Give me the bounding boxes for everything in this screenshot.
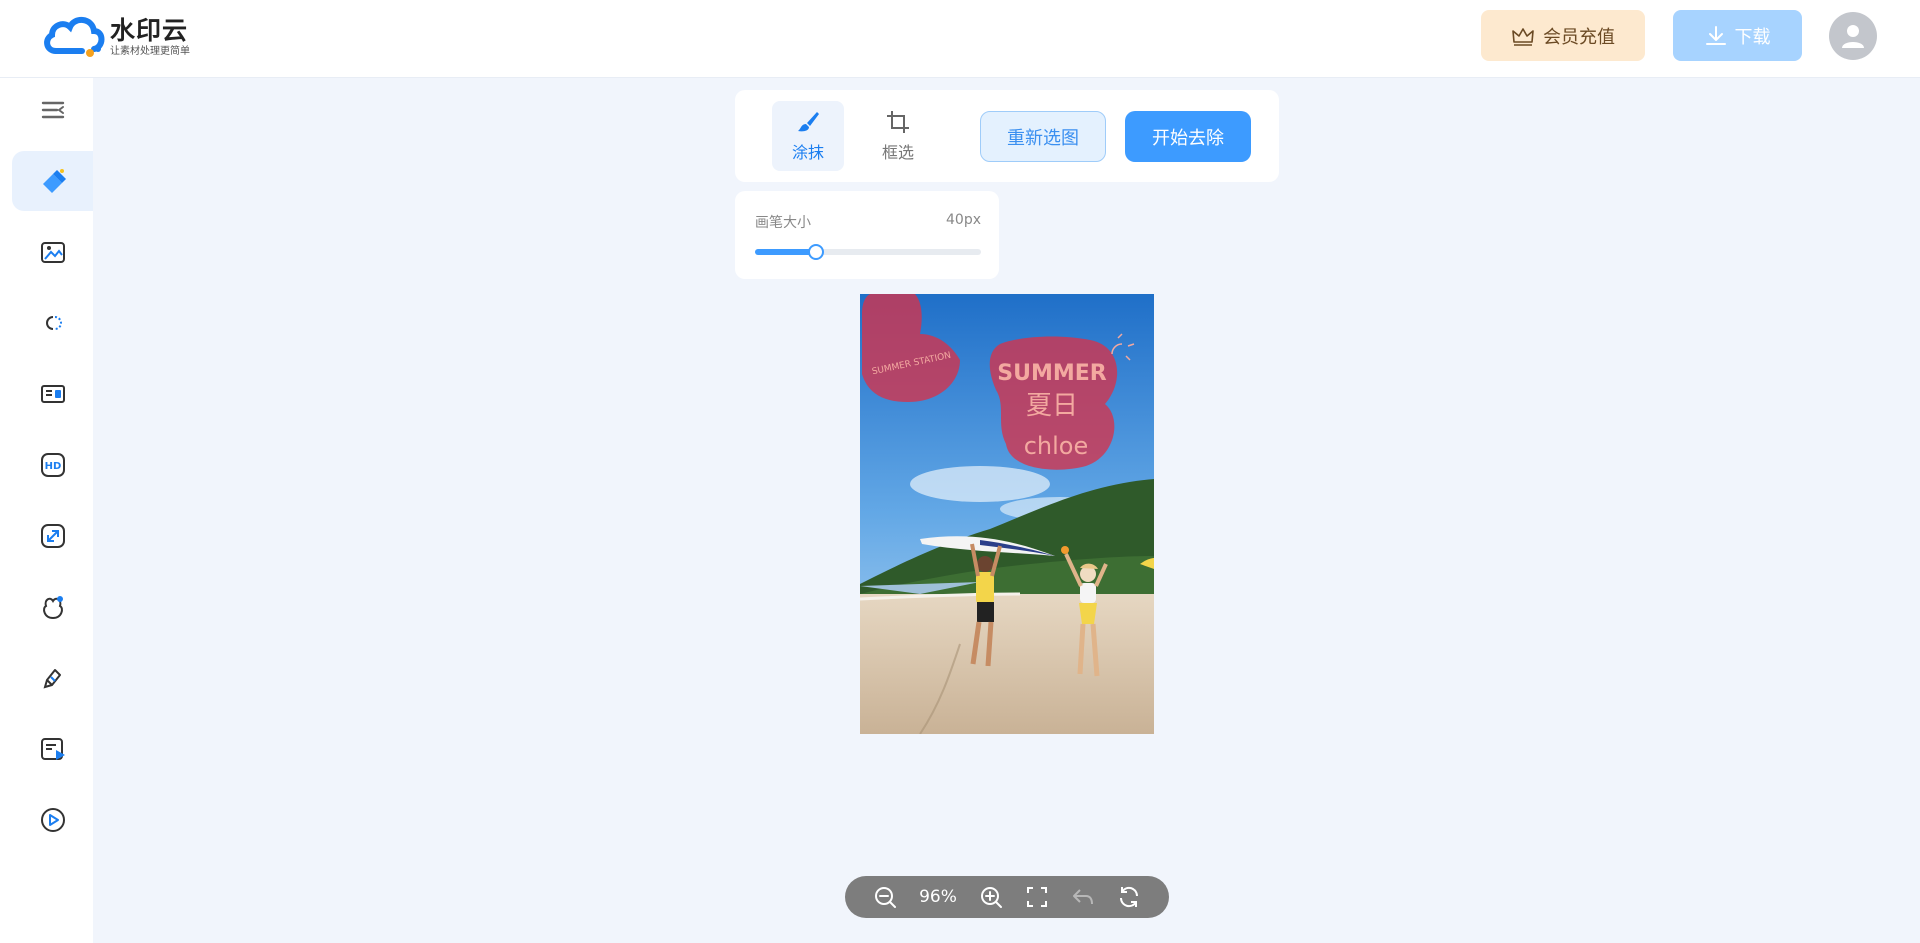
refresh-icon xyxy=(1119,886,1139,908)
edit-canvas-image[interactable]: SUMMER 夏日 chloe SUMMER STATION xyxy=(860,294,1154,734)
zoom-level: 96% xyxy=(919,887,957,907)
brush-icon xyxy=(798,112,819,132)
download-button[interactable]: 下载 xyxy=(1673,10,1802,61)
edit-toolbar: 涂抹 框选 重新选图 开始去除 xyxy=(735,90,1279,182)
video-play-icon xyxy=(40,808,65,832)
sidebar-item-cartoon[interactable] xyxy=(12,577,93,637)
undo-button[interactable] xyxy=(1067,881,1099,913)
poster-xiari-text: 夏日 xyxy=(1026,391,1078,421)
sidebar-item-eraser[interactable] xyxy=(12,151,93,211)
paint-tool[interactable]: 涂抹 xyxy=(772,101,844,171)
box-select-label: 框选 xyxy=(881,143,914,162)
brush-size-slider[interactable] xyxy=(755,244,981,260)
logo-title: 水印云 xyxy=(110,15,189,45)
hd-icon: HD xyxy=(40,453,65,477)
vip-recharge-button[interactable]: 会员充值 xyxy=(1481,10,1645,61)
sidebar-item-cutout[interactable] xyxy=(12,293,93,353)
top-header: 水印云 让素材处理更简单 会员充值 下载 xyxy=(0,0,1920,78)
sidebar-item-image-edit[interactable] xyxy=(12,222,93,282)
zoom-out-button[interactable] xyxy=(869,881,901,913)
reselect-image-button[interactable]: 重新选图 xyxy=(980,111,1106,162)
box-select-tool[interactable]: 框选 xyxy=(862,101,934,171)
svg-text:HD: HD xyxy=(44,461,61,472)
sidebar-item-hd[interactable]: HD xyxy=(12,435,93,495)
repair-icon xyxy=(43,669,61,689)
beach-poster-image: SUMMER 夏日 chloe SUMMER STATION xyxy=(860,294,1154,734)
brush-size-label: 画笔大小 xyxy=(755,215,811,231)
undo-icon xyxy=(1073,889,1093,905)
enlarge-icon xyxy=(40,524,65,548)
eraser-icon xyxy=(42,169,66,193)
poster-summer-text: SUMMER xyxy=(997,361,1107,386)
sidebar-item-video-play[interactable] xyxy=(12,790,93,850)
sidebar-collapse[interactable] xyxy=(12,80,93,140)
sidebar-item-video-text[interactable] xyxy=(12,719,93,779)
zoom-controls: 96% xyxy=(845,876,1169,918)
cloud-logo-icon xyxy=(44,17,105,57)
sidebar-item-id-photo[interactable] xyxy=(12,364,93,424)
cutout-icon xyxy=(45,316,62,330)
logo-subtitle: 让素材处理更简单 xyxy=(110,45,190,57)
paint-tool-label: 涂抹 xyxy=(791,143,824,162)
user-icon xyxy=(1842,25,1864,48)
id-photo-icon xyxy=(40,385,65,403)
zoom-in-icon xyxy=(981,887,1002,908)
reset-button[interactable] xyxy=(1113,881,1145,913)
download-label: 下载 xyxy=(1734,26,1771,48)
user-avatar[interactable] xyxy=(1829,12,1877,60)
logo[interactable]: 水印云 让素材处理更简单 xyxy=(42,12,212,62)
image-edit-icon xyxy=(40,242,65,263)
poster-chloe-text: chloe xyxy=(1024,432,1089,460)
crop-icon xyxy=(887,111,909,133)
video-text-icon xyxy=(40,738,65,760)
fullscreen-icon xyxy=(1027,887,1047,907)
zoom-out-icon xyxy=(875,887,896,908)
brush-size-value: 40px xyxy=(946,212,981,228)
sidebar-item-repair[interactable] xyxy=(12,648,93,708)
download-icon xyxy=(1705,25,1726,45)
brush-size-slider-thumb[interactable] xyxy=(808,244,825,260)
crown-icon xyxy=(1512,27,1534,46)
collapse-menu-icon xyxy=(41,101,64,119)
cartoon-icon xyxy=(42,596,63,620)
fullscreen-button[interactable] xyxy=(1021,881,1053,913)
brush-size-slider-fill xyxy=(755,249,817,255)
sidebar-item-enlarge[interactable] xyxy=(12,506,93,566)
sidebar: HD xyxy=(0,78,93,943)
zoom-in-button[interactable] xyxy=(975,881,1007,913)
brush-size-panel: 画笔大小 40px xyxy=(735,191,999,279)
vip-recharge-label: 会员充值 xyxy=(1543,26,1615,48)
logo-text: 水印云 让素材处理更简单 xyxy=(110,15,190,58)
start-remove-button[interactable]: 开始去除 xyxy=(1125,111,1251,162)
